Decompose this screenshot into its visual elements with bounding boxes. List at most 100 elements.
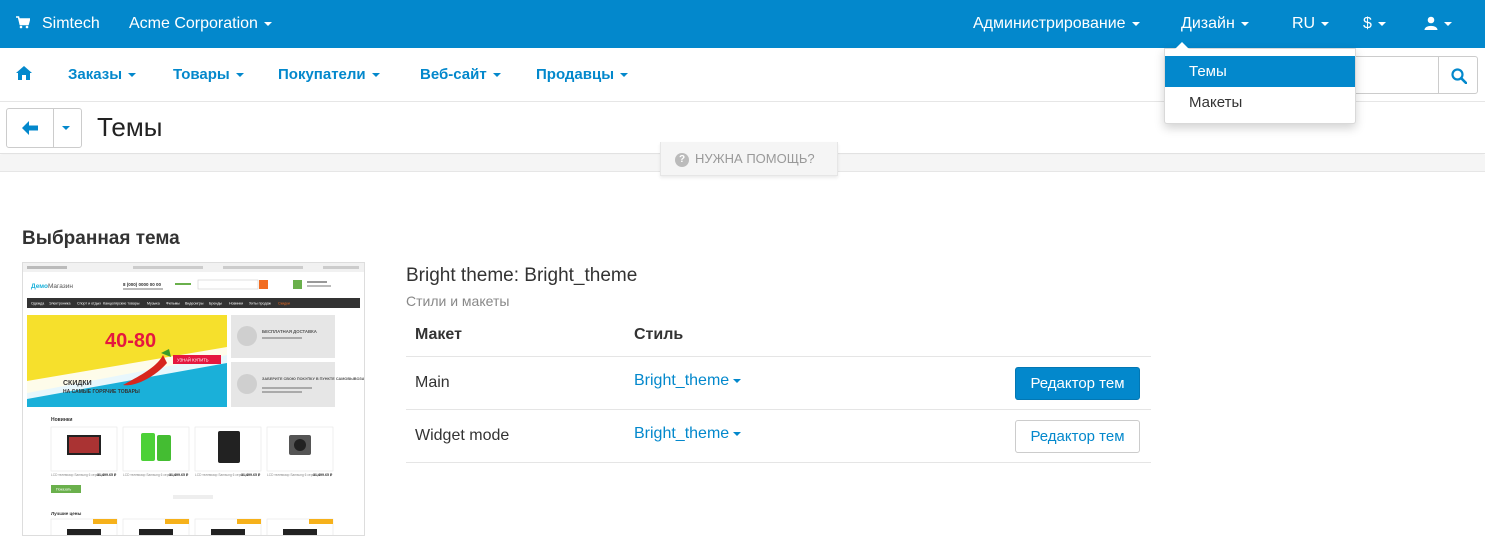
menu-administration-label: Администрирование — [973, 15, 1126, 32]
nav-orders[interactable]: Заказы — [68, 48, 137, 102]
preview-menu-item: Видеоигры — [185, 302, 204, 306]
nav-orders-label: Заказы — [68, 66, 123, 83]
question-icon: ? — [675, 153, 689, 167]
svg-text:ДемоМагазин: ДемоМагазин — [31, 283, 73, 290]
preview-shop-name-b: Магазин — [48, 283, 73, 290]
preview-banner-button: УЗНАЙ КУПИТЬ — [177, 358, 209, 363]
nav-customers[interactable]: Покупатели — [278, 48, 380, 102]
theme-editor-button[interactable]: Редактор тем — [1015, 367, 1140, 400]
menu-currency-label: $ — [1363, 15, 1372, 32]
search-icon — [1451, 68, 1468, 89]
preview-menu-item: Хиты продаж — [249, 302, 272, 306]
style-selector-label: Bright_theme — [634, 372, 730, 389]
style-selector[interactable]: Bright_theme — [634, 372, 742, 390]
preview-banner-sub2: НА САМЫЕ ГОРЯЧИЕ ТОВАРЫ — [63, 389, 140, 395]
theme-preview-image: ДемоМагазин 8 (000) 0000 00 00 Одежда Эл… — [22, 262, 365, 536]
theme-subtitle: Стили и макеты — [406, 293, 510, 309]
chevron-down-icon — [235, 73, 244, 78]
preview-promo-2: ЗАБЕРИТЕ СВОЮ ПОКУПКУ В ПУНКТЕ САМОВЫВОЗ… — [262, 377, 365, 381]
layout-name: Main — [415, 374, 450, 391]
chevron-down-icon — [620, 73, 629, 78]
preview-menu-item: Музыка — [147, 302, 160, 306]
nav-website[interactable]: Веб-сайт — [420, 48, 501, 102]
preview-show-button: Показать — [56, 488, 71, 492]
help-button[interactable]: ? НУЖНА ПОМОЩЬ? — [660, 142, 838, 176]
preview-shop-name-a: Демо — [31, 283, 48, 290]
cart-icon — [16, 1, 31, 29]
nav-vendors-label: Продавцы — [536, 66, 615, 83]
menu-language-label: RU — [1292, 15, 1316, 32]
brand-link[interactable]: Simtech — [16, 0, 100, 48]
column-header-layout: Макет — [415, 326, 462, 343]
menu-design-label: Дизайн — [1181, 15, 1235, 32]
preview-phone: 8 (000) 0000 00 00 — [123, 282, 162, 287]
table-row: Widget mode Bright_theme Редактор тем — [406, 410, 1151, 463]
home-icon — [16, 49, 32, 103]
theme-editor-button[interactable]: Редактор тем — [1015, 420, 1140, 453]
section-title: Выбранная тема — [22, 228, 180, 249]
dropdown-item-layouts[interactable]: Макеты — [1165, 87, 1355, 118]
design-dropdown-menu: Темы Макеты — [1164, 42, 1356, 124]
preview-menu-item: Скидки — [278, 302, 290, 306]
nav-customers-label: Покупатели — [278, 66, 366, 83]
preview-promo-1: БЕСПЛАТНАЯ ДОСТАВКА — [262, 329, 317, 334]
preview-price: 31,499.65 ₽ — [97, 473, 117, 477]
page-title: Темы — [97, 112, 163, 142]
preview-menu-item: Одежда — [31, 302, 44, 306]
preview-price: 31,499.65 ₽ — [169, 473, 189, 477]
nav-vendors[interactable]: Продавцы — [536, 48, 629, 102]
layout-name: Widget mode — [415, 427, 510, 444]
preview-menu-item: Новинки — [229, 302, 243, 306]
preview-menu-item: Фильмы — [166, 302, 180, 306]
preview-price: 31,499.65 ₽ — [313, 473, 333, 477]
nav-products[interactable]: Товары — [173, 48, 244, 102]
chevron-down-icon — [492, 73, 501, 78]
chevron-down-icon — [733, 431, 742, 436]
nav-website-label: Веб-сайт — [420, 66, 487, 83]
company-selector[interactable]: Acme Corporation — [129, 0, 272, 48]
preview-menu-item: Спорт и отдых — [77, 302, 101, 306]
chevron-down-icon — [733, 378, 742, 383]
theme-name: Bright theme: Bright_theme — [406, 265, 638, 286]
chevron-down-icon — [128, 73, 137, 78]
menu-administration[interactable]: Администрирование — [973, 0, 1140, 48]
menu-design[interactable]: Дизайн — [1181, 0, 1249, 48]
layouts-table: Макет Стиль Main Bright_theme Редактор т… — [406, 315, 1151, 463]
chevron-down-icon — [1321, 21, 1330, 26]
preview-new-label: Новинки — [51, 417, 72, 423]
search-button[interactable] — [1438, 56, 1478, 94]
back-dropdown-button[interactable] — [53, 108, 82, 148]
preview-menu-item: Канцелярские товары — [103, 302, 140, 306]
style-selector-label: Bright_theme — [634, 425, 730, 442]
home-link[interactable] — [16, 48, 32, 102]
preview-menu-item: Электроника — [49, 302, 70, 306]
preview-banner-sub1: СКИДКИ — [63, 380, 92, 387]
chevron-down-icon — [1444, 21, 1452, 26]
chevron-down-icon — [371, 73, 380, 78]
help-label: НУЖНА ПОМОЩЬ? — [695, 151, 815, 166]
chevron-down-icon — [1131, 21, 1140, 26]
chevron-down-icon — [1377, 21, 1386, 26]
menu-user[interactable] — [1424, 0, 1452, 48]
user-icon — [1424, 2, 1438, 50]
preview-best-label: Лучшие цены — [51, 511, 82, 516]
menu-language[interactable]: RU — [1292, 0, 1330, 48]
brand-label: Simtech — [42, 15, 100, 32]
back-button[interactable] — [6, 108, 54, 148]
table-row: Main Bright_theme Редактор тем — [406, 357, 1151, 410]
menu-currency[interactable]: $ — [1363, 0, 1386, 48]
table-header: Макет Стиль — [406, 315, 1151, 357]
style-selector[interactable]: Bright_theme — [634, 425, 742, 443]
preview-banner-discount: 40-80 — [105, 330, 156, 352]
chevron-down-icon — [263, 21, 272, 26]
top-bar: Simtech Acme Corporation Администрирован… — [0, 0, 1485, 48]
dropdown-item-themes[interactable]: Темы — [1165, 56, 1355, 87]
preview-price: 31,499.65 ₽ — [241, 473, 261, 477]
column-header-style: Стиль — [634, 326, 684, 343]
arrow-left-icon — [22, 121, 38, 140]
nav-products-label: Товары — [173, 66, 230, 83]
chevron-down-icon — [1240, 21, 1249, 26]
chevron-down-icon — [62, 126, 70, 130]
preview-menu-item: Бренды — [209, 302, 222, 306]
dropdown-notch — [1175, 42, 1189, 49]
